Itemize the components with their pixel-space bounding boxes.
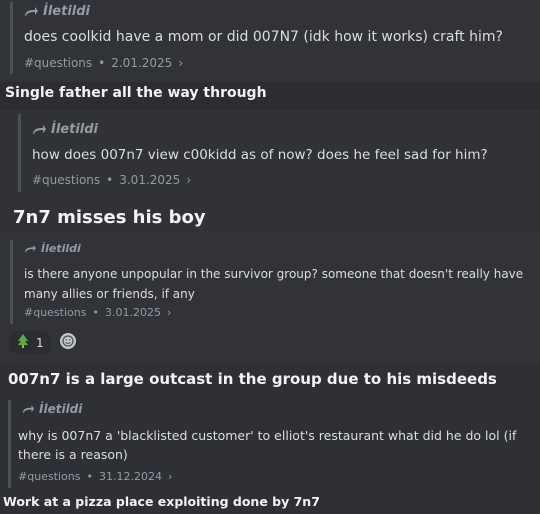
tree-emoji-icon — [16, 333, 30, 352]
forward-arrow-icon — [31, 124, 47, 136]
reply-text: Work at a pizza place exploiting done by… — [3, 494, 320, 509]
add-reaction-icon[interactable] — [60, 333, 76, 349]
reply-text: Single father all the way through — [5, 85, 267, 101]
forward-arrow-icon — [23, 6, 39, 18]
forwarded-header: İletildi — [21, 402, 82, 416]
reply-text: 7n7 misses his boy — [13, 207, 206, 228]
chevron-right-icon[interactable]: › — [168, 470, 172, 483]
reaction-button[interactable]: 1 — [9, 331, 51, 354]
chevron-right-icon[interactable]: › — [178, 56, 183, 70]
forwarded-message-3: İletildi is there anyone unpopular in th… — [10, 240, 533, 324]
forwarded-question: why is 007n7 a 'blacklisted customer' to… — [18, 428, 517, 462]
message-date: 2.01.2025 — [111, 56, 173, 70]
channel-link[interactable]: #questions — [24, 306, 86, 319]
message-date: 3.01.2025 — [119, 173, 181, 187]
forwarded-label: İletildi — [43, 4, 90, 19]
forwarded-question: how does 007n7 view c00kidd as of now? d… — [32, 147, 488, 163]
separator-dot: • — [98, 56, 106, 70]
forwarded-header: İletildi — [31, 122, 98, 137]
forwarded-header: İletildi — [23, 242, 81, 255]
message-date: 3.01.2025 — [104, 306, 161, 319]
forward-arrow-icon — [21, 404, 35, 415]
forwarded-message-1: İletildi does coolkid have a mom or did … — [10, 2, 533, 74]
forwarded-label: İletildi — [41, 242, 81, 255]
forwarded-header: İletildi — [23, 4, 90, 19]
channel-link[interactable]: #questions — [24, 56, 92, 70]
chevron-right-icon[interactable]: › — [167, 306, 171, 319]
separator-dot: • — [86, 470, 93, 483]
reply-text: 007n7 is a large outcast in the group du… — [8, 370, 497, 388]
chevron-right-icon[interactable]: › — [186, 173, 191, 187]
forwarded-label: İletildi — [39, 402, 83, 416]
forwarded-question: does coolkid have a mom or did 007N7 (id… — [24, 29, 503, 45]
forwarded-message-4: İletildi why is 007n7 a 'blacklisted cus… — [8, 400, 540, 488]
separator-dot: • — [92, 306, 99, 319]
reaction-count: 1 — [36, 335, 44, 350]
forwarded-meta: #questions • 3.01.2025 › — [24, 306, 171, 319]
forwarded-question: is there anyone unpopular in the survivo… — [24, 267, 524, 301]
message-date: 31.12.2024 — [98, 470, 162, 483]
channel-link[interactable]: #questions — [32, 173, 100, 187]
forward-arrow-icon — [23, 244, 37, 254]
forwarded-meta: #questions • 31.12.2024 › — [18, 470, 172, 483]
forwarded-meta: #questions • 3.01.2025 › — [32, 173, 191, 187]
forwarded-meta: #questions • 2.01.2025 › — [24, 56, 183, 70]
forwarded-label: İletildi — [51, 122, 98, 137]
separator-dot: • — [106, 173, 114, 187]
channel-link[interactable]: #questions — [18, 470, 80, 483]
forwarded-message-2: İletildi how does 007n7 view c00kidd as … — [18, 114, 531, 192]
